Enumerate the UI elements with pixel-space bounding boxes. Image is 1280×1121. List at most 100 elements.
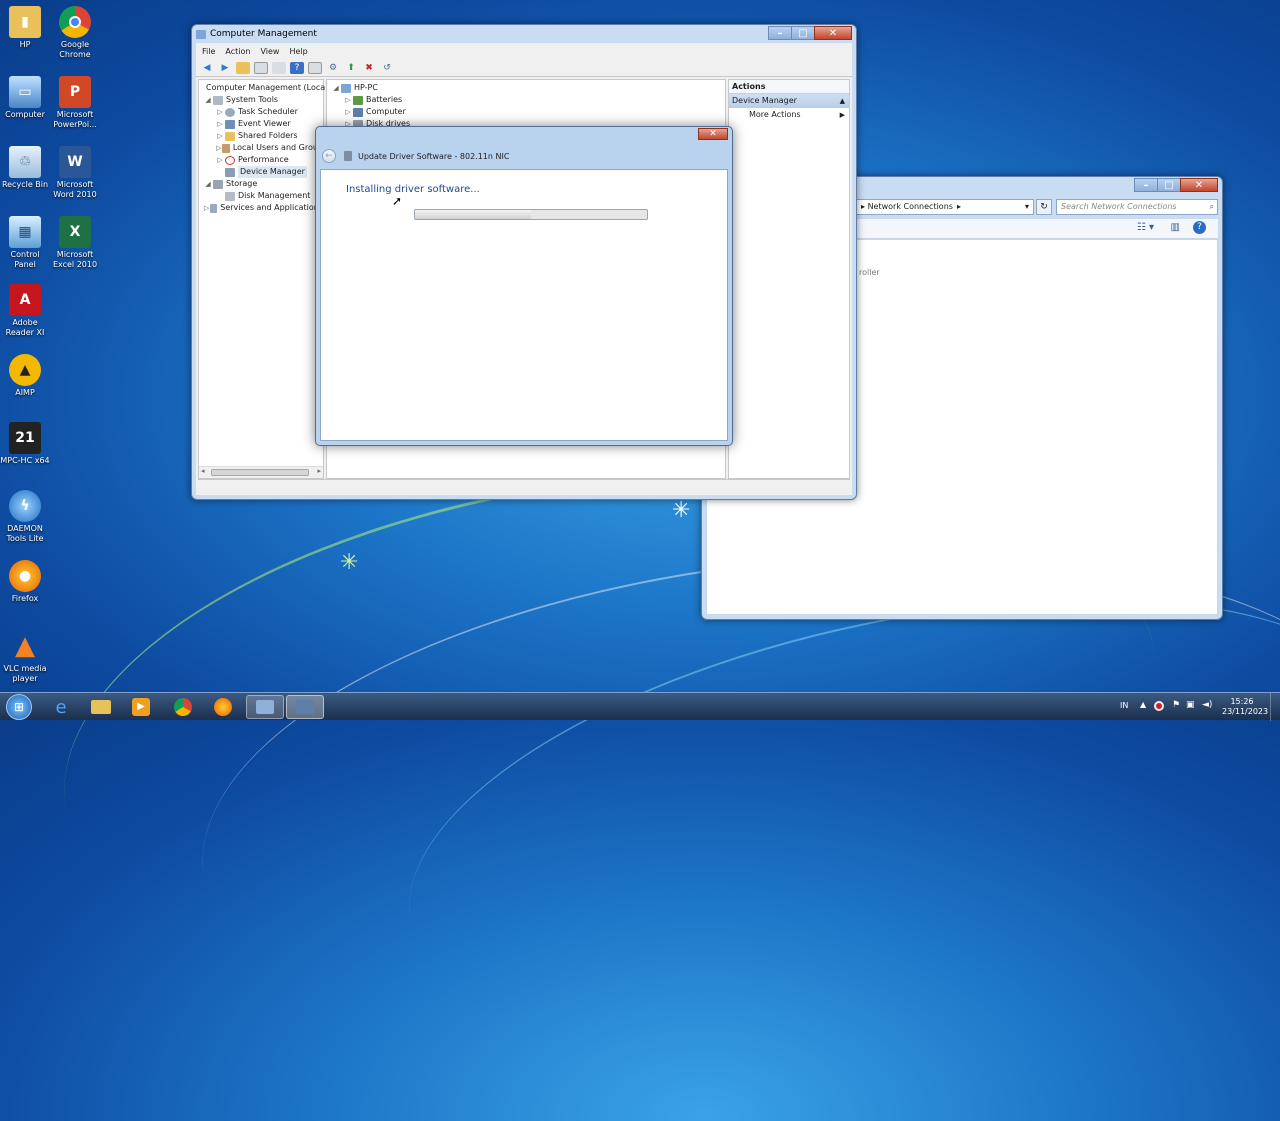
record-icon[interactable] (1154, 701, 1164, 711)
menu-help[interactable]: Help (289, 47, 307, 56)
close-button[interactable]: ✕ (814, 26, 852, 40)
tree-item-task-scheduler[interactable]: ▷ Task Scheduler (199, 106, 323, 118)
tree-item-event-viewer[interactable]: ▷ Event Viewer (199, 118, 323, 130)
tree-item-local-users[interactable]: ▷ Local Users and Group (199, 142, 323, 154)
tree-item-device-manager[interactable]: Device Manager (199, 166, 323, 178)
collapse-arrow-icon[interactable]: ▷ (343, 94, 353, 106)
taskbar-firefox[interactable] (204, 695, 242, 719)
menu-view[interactable]: View (260, 47, 279, 56)
clock[interactable]: 15:26 23/11/2023 (1222, 697, 1268, 717)
minimize-button[interactable]: – (1134, 178, 1158, 192)
desktop-icon-vlc[interactable]: ▲ VLC media player (0, 630, 50, 684)
dialog-close-button[interactable]: ✕ (698, 128, 728, 140)
show-desktop-button[interactable] (1270, 693, 1280, 721)
collapse-up-icon[interactable]: ▲ (840, 94, 845, 108)
volume-icon[interactable]: ◄) (1202, 700, 1212, 710)
collapse-arrow-icon[interactable]: ▷ (215, 142, 222, 154)
up-folder-icon[interactable] (236, 61, 250, 74)
start-button[interactable]: ⊞ (6, 694, 32, 720)
taskbar-explorer[interactable] (82, 695, 120, 719)
collapse-arrow-icon[interactable]: ▷ (215, 154, 225, 166)
show-hidden-icons[interactable]: ▲ (1140, 700, 1146, 709)
desktop-icon-mpc-hc[interactable]: 21 MPC-HC x64 (0, 422, 50, 466)
desktop-icon-recycle-bin[interactable]: ♲ Recycle Bin (0, 146, 50, 190)
tree-item-computer-management[interactable]: Computer Management (Local (199, 82, 327, 94)
device-tree-item-batteries[interactable]: ▷ Batteries (327, 94, 725, 106)
update-driver-icon[interactable]: ⬆ (344, 62, 358, 74)
desktop-icon-word[interactable]: W Microsoft Word 2010 (50, 146, 100, 200)
taskbar-computer-management[interactable] (246, 695, 284, 719)
scroll-right-icon[interactable]: ▸ (317, 467, 321, 475)
search-input[interactable]: Search Network Connections (1061, 200, 1177, 214)
tree-item-disk-management[interactable]: Disk Management (199, 190, 323, 202)
back-arrow-icon[interactable]: ← (322, 149, 336, 163)
tree-item-storage[interactable]: ◢ Storage (199, 178, 323, 190)
maximize-button[interactable]: □ (1157, 178, 1181, 192)
properties-icon[interactable] (272, 61, 286, 74)
collapse-arrow-icon[interactable]: ▷ (215, 118, 225, 130)
search-box[interactable]: Search Network Connections ⌕ (1056, 199, 1218, 215)
more-actions-item[interactable]: More Actions ▶ (729, 108, 849, 122)
tree-item-system-tools[interactable]: ◢ System Tools (199, 94, 323, 106)
window-titlebar[interactable]: Computer Management (192, 25, 856, 43)
scrollbar-thumb[interactable] (211, 469, 309, 476)
desktop-icon-firefox[interactable]: ● Firefox (0, 560, 50, 604)
collapse-arrow-icon[interactable]: ▷ (215, 130, 225, 142)
network-tray-icon[interactable]: ▣ (1186, 700, 1195, 710)
help-icon[interactable]: ? (290, 61, 304, 74)
tree-item-performance[interactable]: ▷ Performance (199, 154, 323, 166)
window-controls: – □ ✕ (1134, 178, 1218, 192)
device-tree-item-hp-pc[interactable]: ◢ HP-PC (327, 82, 725, 94)
breadcrumb-network-connections[interactable]: Network Connections (868, 200, 953, 214)
chrome-icon (59, 6, 91, 38)
actions-section-device-manager[interactable]: Device Manager ▲ (729, 94, 849, 108)
taskbar-chrome[interactable] (164, 695, 202, 719)
close-button[interactable]: ✕ (1180, 178, 1218, 192)
desktop-icon-computer[interactable]: ▭ Computer (0, 76, 50, 120)
device-tree-item-computer[interactable]: ▷ Computer (327, 106, 725, 118)
desktop-icon-chrome[interactable]: Google Chrome (50, 6, 100, 60)
collapse-arrow-icon[interactable]: ▷ (215, 106, 225, 118)
taskbar-internet-explorer[interactable]: e (42, 695, 80, 719)
preview-pane-icon[interactable]: ▥ (1171, 222, 1180, 233)
menu-action[interactable]: Action (225, 47, 250, 56)
uninstall-device-icon[interactable]: ✖ (362, 62, 376, 74)
action-center-flag-icon[interactable]: ⚑ (1172, 700, 1180, 710)
desktop-icon-hp[interactable]: ▮ HP (0, 6, 50, 50)
desktop-icon-powerpoint[interactable]: P Microsoft PowerPoi... (50, 76, 100, 130)
show-hide-tree-icon[interactable] (254, 61, 268, 74)
maximize-button[interactable]: □ (791, 26, 815, 40)
address-bar[interactable]: ▸ Network Connections ▸ ▾ (854, 199, 1034, 215)
forward-arrow-icon[interactable]: ▶ (218, 62, 232, 74)
scan-hardware-icon[interactable]: ⚙ (326, 62, 340, 74)
tree-item-shared-folders[interactable]: ▷ Shared Folders (199, 130, 323, 142)
update-driver-dialog[interactable]: ✕ ← Update Driver Software - 802.11n NIC… (315, 126, 733, 446)
search-icon[interactable]: ⌕ (1210, 200, 1214, 214)
horizontal-scrollbar[interactable]: ◂ ▸ (199, 466, 323, 478)
expand-arrow-icon[interactable]: ◢ (331, 82, 341, 94)
minimize-button[interactable]: – (768, 26, 792, 40)
view-options-icon[interactable]: ☷ ▾ (1137, 222, 1154, 233)
expand-arrow-icon[interactable]: ◢ (203, 94, 213, 106)
refresh-button[interactable]: ↻ (1036, 199, 1052, 215)
desktop-icon-daemon-tools[interactable]: ϟ DAEMON Tools Lite (0, 490, 50, 544)
services-icon (210, 203, 218, 213)
show-action-pane-icon[interactable] (308, 61, 322, 74)
desktop-icon-control-panel[interactable]: ▦ Control Panel (0, 216, 50, 270)
collapse-arrow-icon[interactable]: ▷ (203, 202, 210, 214)
help-icon[interactable]: ? (1193, 221, 1206, 234)
expand-arrow-icon[interactable]: ◢ (203, 178, 213, 190)
chevron-down-icon[interactable]: ▾ (1025, 200, 1029, 214)
desktop-icon-adobe-reader[interactable]: A Adobe Reader XI (0, 284, 50, 338)
taskbar-media-player[interactable]: ▶ (122, 695, 160, 719)
language-indicator[interactable]: IN (1120, 701, 1128, 710)
taskbar-network-connections[interactable] (286, 695, 324, 719)
desktop-icon-aimp[interactable]: ▲ AIMP (0, 354, 50, 398)
desktop-icon-excel[interactable]: X Microsoft Excel 2010 (50, 216, 100, 270)
menu-file[interactable]: File (202, 47, 215, 56)
collapse-arrow-icon[interactable]: ▷ (343, 106, 353, 118)
scroll-left-icon[interactable]: ◂ (201, 467, 205, 475)
back-arrow-icon[interactable]: ◀ (200, 62, 214, 74)
tree-item-services-applications[interactable]: ▷ Services and Applications (199, 202, 323, 214)
enable-device-icon[interactable]: ↺ (380, 62, 394, 74)
